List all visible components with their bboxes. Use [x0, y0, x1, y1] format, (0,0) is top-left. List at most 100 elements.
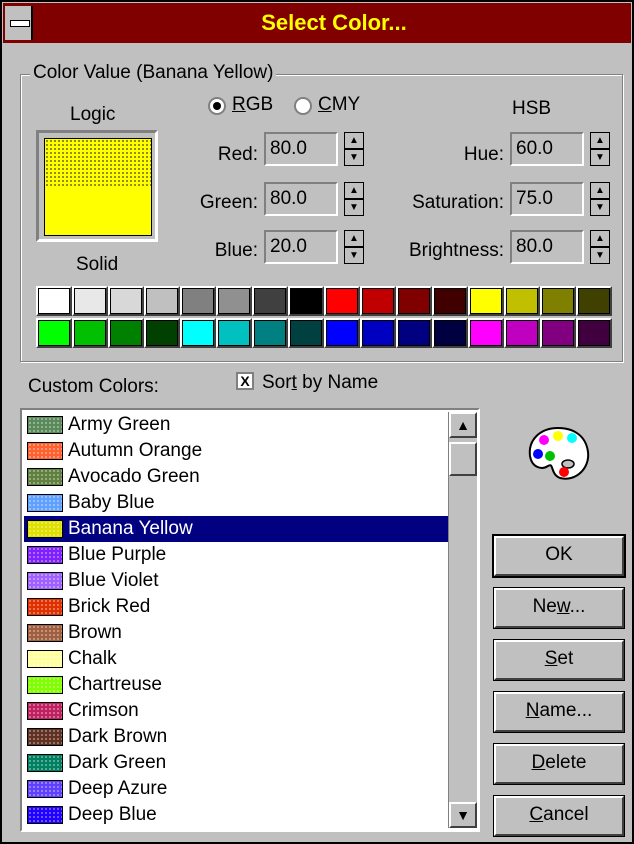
sort-by-name-label[interactable]: Sort by Name	[262, 372, 378, 394]
color-swatch[interactable]	[576, 318, 612, 348]
ok-button[interactable]: OK	[492, 534, 626, 578]
color-swatch[interactable]	[360, 318, 396, 348]
cmy-radio[interactable]	[294, 97, 312, 115]
spin-down-icon[interactable]: ▼	[344, 199, 364, 216]
color-swatch[interactable]	[288, 318, 324, 348]
swatch-color	[470, 288, 502, 314]
spin-down-icon[interactable]: ▼	[344, 247, 364, 264]
color-swatch[interactable]	[540, 286, 576, 316]
color-chip	[27, 728, 63, 746]
color-swatch[interactable]	[216, 318, 252, 348]
color-swatch[interactable]	[360, 286, 396, 316]
color-swatch[interactable]	[36, 286, 72, 316]
swatch-color	[74, 320, 106, 346]
color-swatch[interactable]	[540, 318, 576, 348]
spin-up-icon[interactable]: ▲	[344, 132, 364, 149]
name-button[interactable]: Name...	[493, 691, 625, 733]
color-swatch[interactable]	[504, 318, 540, 348]
swatch-color	[326, 320, 358, 346]
list-item[interactable]: Dark Brown	[24, 724, 448, 750]
color-swatch[interactable]	[432, 286, 468, 316]
swatch-color	[74, 288, 106, 314]
spin-up-icon[interactable]: ▲	[590, 132, 610, 149]
color-swatch[interactable]	[108, 318, 144, 348]
system-menu-icon[interactable]	[5, 6, 33, 40]
spin-up-icon[interactable]: ▲	[344, 230, 364, 247]
color-swatch[interactable]	[468, 318, 504, 348]
saturation-field[interactable]: 75.0	[510, 182, 584, 216]
list-item[interactable]: Chartreuse	[24, 672, 448, 698]
spin-up-icon[interactable]: ▲	[344, 182, 364, 199]
saturation-spinner[interactable]: ▲ ▼	[590, 182, 610, 216]
spin-down-icon[interactable]: ▼	[590, 199, 610, 216]
list-item[interactable]: Blue Purple	[24, 542, 448, 568]
set-button[interactable]: Set	[493, 639, 625, 681]
list-item-label: Deep Azure	[68, 778, 168, 799]
list-item[interactable]: Autumn Orange	[24, 438, 448, 464]
color-swatch[interactable]	[108, 286, 144, 316]
sort-by-name-checkbox[interactable]: X	[236, 372, 254, 390]
color-swatch[interactable]	[72, 318, 108, 348]
list-item[interactable]: Dark Green	[24, 750, 448, 776]
color-swatch[interactable]	[252, 286, 288, 316]
color-swatch[interactable]	[468, 286, 504, 316]
scroll-down-icon[interactable]: ▼	[449, 802, 477, 828]
color-swatch[interactable]	[576, 286, 612, 316]
swatch-color	[290, 320, 322, 346]
spin-down-icon[interactable]: ▼	[344, 149, 364, 166]
list-item[interactable]: Blue Violet	[24, 568, 448, 594]
color-swatch[interactable]	[396, 318, 432, 348]
list-item[interactable]: Crimson	[24, 698, 448, 724]
red-field[interactable]: 80.0	[264, 132, 338, 166]
color-swatch[interactable]	[216, 286, 252, 316]
color-swatch[interactable]	[180, 286, 216, 316]
list-item[interactable]: Brick Red	[24, 594, 448, 620]
list-scrollbar[interactable]: ▲ ▼	[448, 412, 477, 828]
spin-up-icon[interactable]: ▲	[590, 230, 610, 247]
color-chip	[27, 494, 63, 512]
hue-field[interactable]: 60.0	[510, 132, 584, 166]
rgb-radio[interactable]	[208, 97, 226, 115]
color-swatch[interactable]	[72, 286, 108, 316]
list-item[interactable]: Deep Blue	[24, 802, 448, 828]
color-swatch[interactable]	[396, 286, 432, 316]
red-spinner[interactable]: ▲ ▼	[344, 132, 364, 166]
delete-button[interactable]: Delete	[493, 743, 625, 785]
color-chip	[27, 416, 63, 434]
brightness-field[interactable]: 80.0	[510, 230, 584, 264]
color-swatch[interactable]	[324, 318, 360, 348]
color-swatch[interactable]	[504, 286, 540, 316]
list-item-label: Blue Violet	[68, 570, 159, 591]
hue-spinner[interactable]: ▲ ▼	[590, 132, 610, 166]
scroll-thumb[interactable]	[449, 442, 477, 476]
list-item[interactable]: Avocado Green	[24, 464, 448, 490]
list-item[interactable]: Chalk	[24, 646, 448, 672]
list-item[interactable]: Baby Blue	[24, 490, 448, 516]
color-swatch[interactable]	[432, 318, 468, 348]
list-item[interactable]: Banana Yellow	[24, 516, 448, 542]
cmy-radio-label[interactable]: CMY	[318, 94, 360, 116]
scroll-up-icon[interactable]: ▲	[449, 412, 477, 438]
green-spinner[interactable]: ▲ ▼	[344, 182, 364, 216]
color-swatch[interactable]	[252, 318, 288, 348]
custom-colors-list[interactable]: Army Green Autumn Orange Avocado Green Baby…	[20, 408, 480, 832]
green-field[interactable]: 80.0	[264, 182, 338, 216]
brightness-spinner[interactable]: ▲ ▼	[590, 230, 610, 264]
color-swatch[interactable]	[144, 286, 180, 316]
spin-up-icon[interactable]: ▲	[590, 182, 610, 199]
list-item[interactable]: Army Green	[24, 412, 448, 438]
blue-field[interactable]: 20.0	[264, 230, 338, 264]
color-swatch[interactable]	[180, 318, 216, 348]
spin-down-icon[interactable]: ▼	[590, 247, 610, 264]
color-swatch[interactable]	[324, 286, 360, 316]
list-item[interactable]: Deep Azure	[24, 776, 448, 802]
spin-down-icon[interactable]: ▼	[590, 149, 610, 166]
color-swatch[interactable]	[144, 318, 180, 348]
cancel-button[interactable]: Cancel	[493, 795, 625, 837]
list-item[interactable]: Brown	[24, 620, 448, 646]
new-button[interactable]: New...	[493, 587, 625, 629]
blue-spinner[interactable]: ▲ ▼	[344, 230, 364, 264]
color-swatch[interactable]	[36, 318, 72, 348]
color-swatch[interactable]	[288, 286, 324, 316]
rgb-radio-label[interactable]: RGB	[232, 94, 273, 116]
